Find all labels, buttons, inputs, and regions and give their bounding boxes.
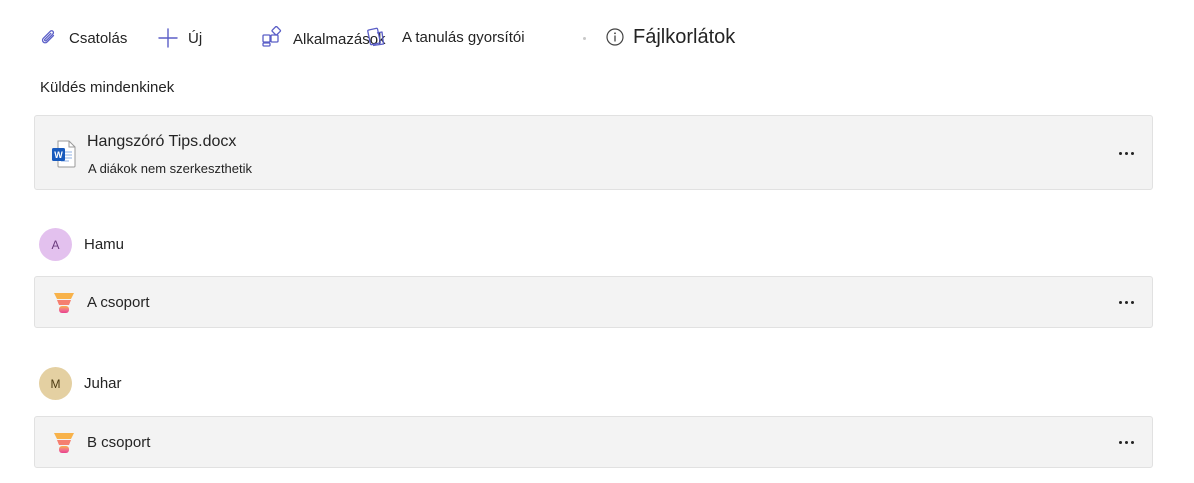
new-button[interactable]: Új xyxy=(156,26,202,50)
ellipsis-dot xyxy=(1124,440,1128,444)
separator-dot xyxy=(583,37,586,40)
ellipsis-dot xyxy=(1124,300,1128,304)
new-label: Új xyxy=(188,29,203,47)
group-card-b[interactable]: B csoport xyxy=(34,416,1153,468)
ellipsis-dot xyxy=(1130,440,1134,444)
word-doc-icon: W xyxy=(51,140,77,173)
ellipsis-dot xyxy=(1118,300,1122,304)
file-permission-note: A diákok nem szerkeszthetik xyxy=(88,161,253,176)
file-more-options-button[interactable] xyxy=(1114,143,1138,163)
student-name: Juhar xyxy=(84,375,122,392)
file-card[interactable]: W Hangszóró Tips.docx A diákok nem szerk… xyxy=(34,115,1153,190)
attach-label: Csatolás xyxy=(69,29,128,47)
avatar: M xyxy=(39,367,72,400)
attach-button[interactable]: Csatolás xyxy=(37,26,127,50)
student-name: Hamu xyxy=(84,236,125,253)
speaker-progress-icon xyxy=(53,291,75,320)
assignment-resources-panel: Csatolás Új Alkalmazások A tanulás gyors… xyxy=(0,0,1194,483)
group-name[interactable]: A csoport xyxy=(87,294,150,311)
svg-text:W: W xyxy=(54,150,63,160)
learning-accelerators-icon[interactable] xyxy=(363,25,387,49)
ellipsis-dot xyxy=(1118,440,1122,444)
ellipsis-dot xyxy=(1118,151,1122,155)
apps-button[interactable]: Alkalmazások xyxy=(260,25,386,49)
paperclip-icon xyxy=(37,26,61,50)
student-row-hamu: A Hamu xyxy=(39,228,124,261)
toolbar: Csatolás Új Alkalmazások A tanulás gyors… xyxy=(0,0,1194,76)
ellipsis-dot xyxy=(1130,300,1134,304)
group-name[interactable]: B csoport xyxy=(87,434,150,451)
avatar-initial: A xyxy=(51,237,60,252)
group-more-options-button[interactable] xyxy=(1114,432,1138,452)
avatar: A xyxy=(39,228,72,261)
learning-accelerators-label[interactable]: A tanulás gyorsítói xyxy=(402,29,525,46)
file-limits-button[interactable]: Fájlkorlátok xyxy=(603,25,735,49)
ellipsis-dot xyxy=(1130,151,1134,155)
plus-icon xyxy=(156,26,180,50)
speaker-progress-icon xyxy=(53,431,75,460)
group-card-a[interactable]: A csoport xyxy=(34,276,1153,328)
info-icon xyxy=(603,25,627,49)
group-more-options-button[interactable] xyxy=(1114,292,1138,312)
student-row-juhar: M Juhar xyxy=(39,367,122,400)
ellipsis-dot xyxy=(1124,151,1128,155)
file-limits-label: Fájlkorlátok xyxy=(633,25,736,48)
avatar-initial: M xyxy=(50,376,61,391)
send-to-all-heading: Küldés mindenkinek xyxy=(40,79,175,96)
file-name[interactable]: Hangszóró Tips.docx xyxy=(87,133,236,151)
apps-grid-icon xyxy=(260,25,284,49)
